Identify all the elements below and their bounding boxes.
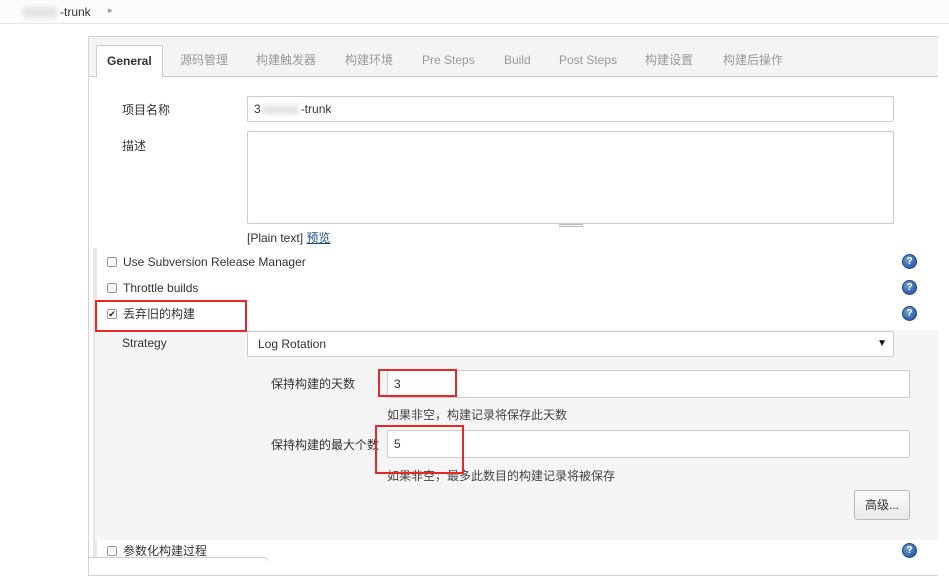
project-name-label: 项目名称: [122, 103, 171, 117]
highlight-box-max-value: [375, 425, 464, 474]
advanced-button[interactable]: 高级...: [854, 490, 910, 520]
tab-build-env[interactable]: 构建环境: [345, 45, 393, 77]
tab-build-settings[interactable]: 构建设置: [645, 45, 693, 77]
throttle-builds-label: Throttle builds: [123, 281, 199, 295]
subversion-release-checkbox[interactable]: [107, 257, 117, 267]
project-name-suffix: -trunk: [300, 102, 332, 116]
days-to-keep-input[interactable]: 3: [387, 370, 910, 398]
tab-post-steps[interactable]: Post Steps: [559, 45, 617, 77]
blurred-project-prefix: [22, 7, 58, 18]
help-icon[interactable]: ?: [902, 306, 917, 321]
highlight-box-days-value: [378, 369, 457, 397]
breadcrumb-arrow-icon[interactable]: ▸: [108, 5, 113, 16]
description-label: 描述: [122, 139, 147, 153]
tab-build-triggers[interactable]: 构建触发器: [256, 45, 316, 77]
help-icon[interactable]: ?: [902, 543, 917, 558]
tab-pre-steps[interactable]: Pre Steps: [422, 45, 475, 77]
project-name-input[interactable]: 3 -trunk: [247, 96, 894, 122]
tab-build[interactable]: Build: [504, 45, 531, 77]
breadcrumb-bar: -trunk ▸: [0, 0, 949, 24]
textarea-resize-handle[interactable]: [559, 224, 583, 227]
tab-source-control[interactable]: 源码管理: [180, 45, 228, 77]
subversion-release-label: Use Subversion Release Manager: [123, 255, 306, 269]
days-to-keep-hint: 如果非空，构建记录将保存此天数: [387, 408, 568, 422]
max-builds-label: 保持构建的最大个数: [271, 438, 380, 452]
description-textarea[interactable]: [247, 131, 894, 224]
chevron-down-icon: ▼: [877, 338, 887, 349]
tab-post-build[interactable]: 构建后操作: [723, 45, 783, 77]
max-builds-input[interactable]: 5: [387, 430, 910, 458]
preview-link[interactable]: 预览: [306, 231, 330, 245]
strategy-select[interactable]: Log Rotation ▼: [247, 331, 894, 357]
project-name-prefix: 3: [254, 102, 261, 116]
days-to-keep-label: 保持构建的天数: [271, 377, 356, 391]
tab-general[interactable]: General: [96, 45, 163, 78]
option-subversion-release-manager[interactable]: Use Subversion Release Manager: [107, 254, 407, 274]
help-icon[interactable]: ?: [902, 254, 917, 269]
help-icon[interactable]: ?: [902, 280, 917, 295]
plain-text-label: [Plain text]: [247, 231, 304, 245]
blurred-project-name: [261, 104, 300, 115]
highlight-box-discard-option: [95, 300, 247, 332]
tab-bar: General 源码管理 构建触发器 构建环境 Pre Steps Build …: [89, 37, 938, 78]
option-throttle-builds[interactable]: Throttle builds: [107, 280, 407, 300]
strategy-label: Strategy: [122, 336, 167, 350]
throttle-builds-checkbox[interactable]: [107, 283, 117, 293]
footer-edge: [88, 557, 268, 561]
parameterized-build-checkbox[interactable]: [107, 546, 117, 556]
breadcrumb-project-link[interactable]: -trunk: [60, 5, 91, 19]
markup-format: [Plain text] 预览: [247, 229, 330, 246]
strategy-selected-value: Log Rotation: [258, 337, 327, 351]
